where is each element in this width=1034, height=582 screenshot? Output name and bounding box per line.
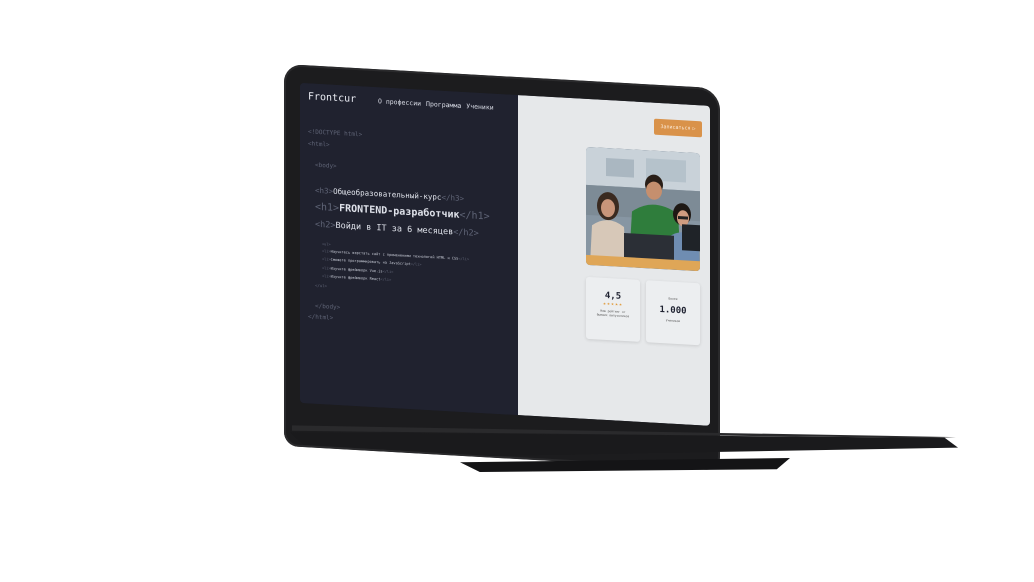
rating-caption: Наш рейтинг от бывших выпускников (596, 308, 630, 319)
nav-item-program[interactable]: Программа (426, 100, 461, 110)
hero-visual-pane: Записаться ▷ 4,5 ★★★★★ Наш рейтинг от бы… (518, 95, 710, 426)
h1-open-tag: <h1> (315, 201, 340, 214)
nav-item-profession[interactable]: О профессии (378, 97, 421, 107)
code-block: <!DOCTYPE html> <html> <body> <h3>Общеоб… (308, 128, 512, 331)
students-count: 1.000 (659, 304, 687, 317)
nav-item-students[interactable]: Ученики (466, 102, 493, 112)
h3-open-tag: <h3> (315, 185, 334, 196)
h2-line: <h2>Войди в IT за 6 месяцев</h2> (315, 219, 512, 240)
laptop-base-edge (460, 458, 790, 472)
subtitle: Войди в IT за 6 месяцев (335, 220, 454, 237)
arrow-right-icon: ▷ (692, 125, 696, 133)
signup-button[interactable]: Записаться ▷ (654, 118, 702, 138)
students-photo-illustration (586, 146, 700, 272)
students-prefix: Более (668, 296, 678, 302)
signup-label: Записаться (660, 124, 691, 132)
page-title: FRONTEND-разработчик (339, 202, 460, 221)
h2-close-tag: </h2> (453, 226, 479, 239)
course-type: Общеобразовательный-курс (333, 186, 442, 202)
code-pane: Frontcur О профессии Программа Ученики <… (300, 82, 518, 416)
rating-card: 4,5 ★★★★★ Наш рейтинг от бывших выпускни… (586, 276, 640, 342)
laptop-screen: Frontcur О профессии Программа Ученики <… (300, 82, 710, 426)
h2-open-tag: <h2> (315, 219, 336, 231)
students-caption: Учеников (665, 318, 681, 324)
h3-close-tag: </h3> (441, 192, 465, 204)
students-card: Более 1.000 Учеников (646, 280, 700, 346)
logo[interactable]: Frontcur (308, 91, 356, 105)
students-photo (586, 146, 700, 272)
h1-close-tag: </h1> (459, 209, 490, 222)
body-open-line: <body> (315, 161, 337, 170)
main-nav: О профессии Программа Ученики (378, 97, 494, 111)
laptop-lid: Frontcur О профессии Программа Ученики <… (284, 64, 720, 471)
